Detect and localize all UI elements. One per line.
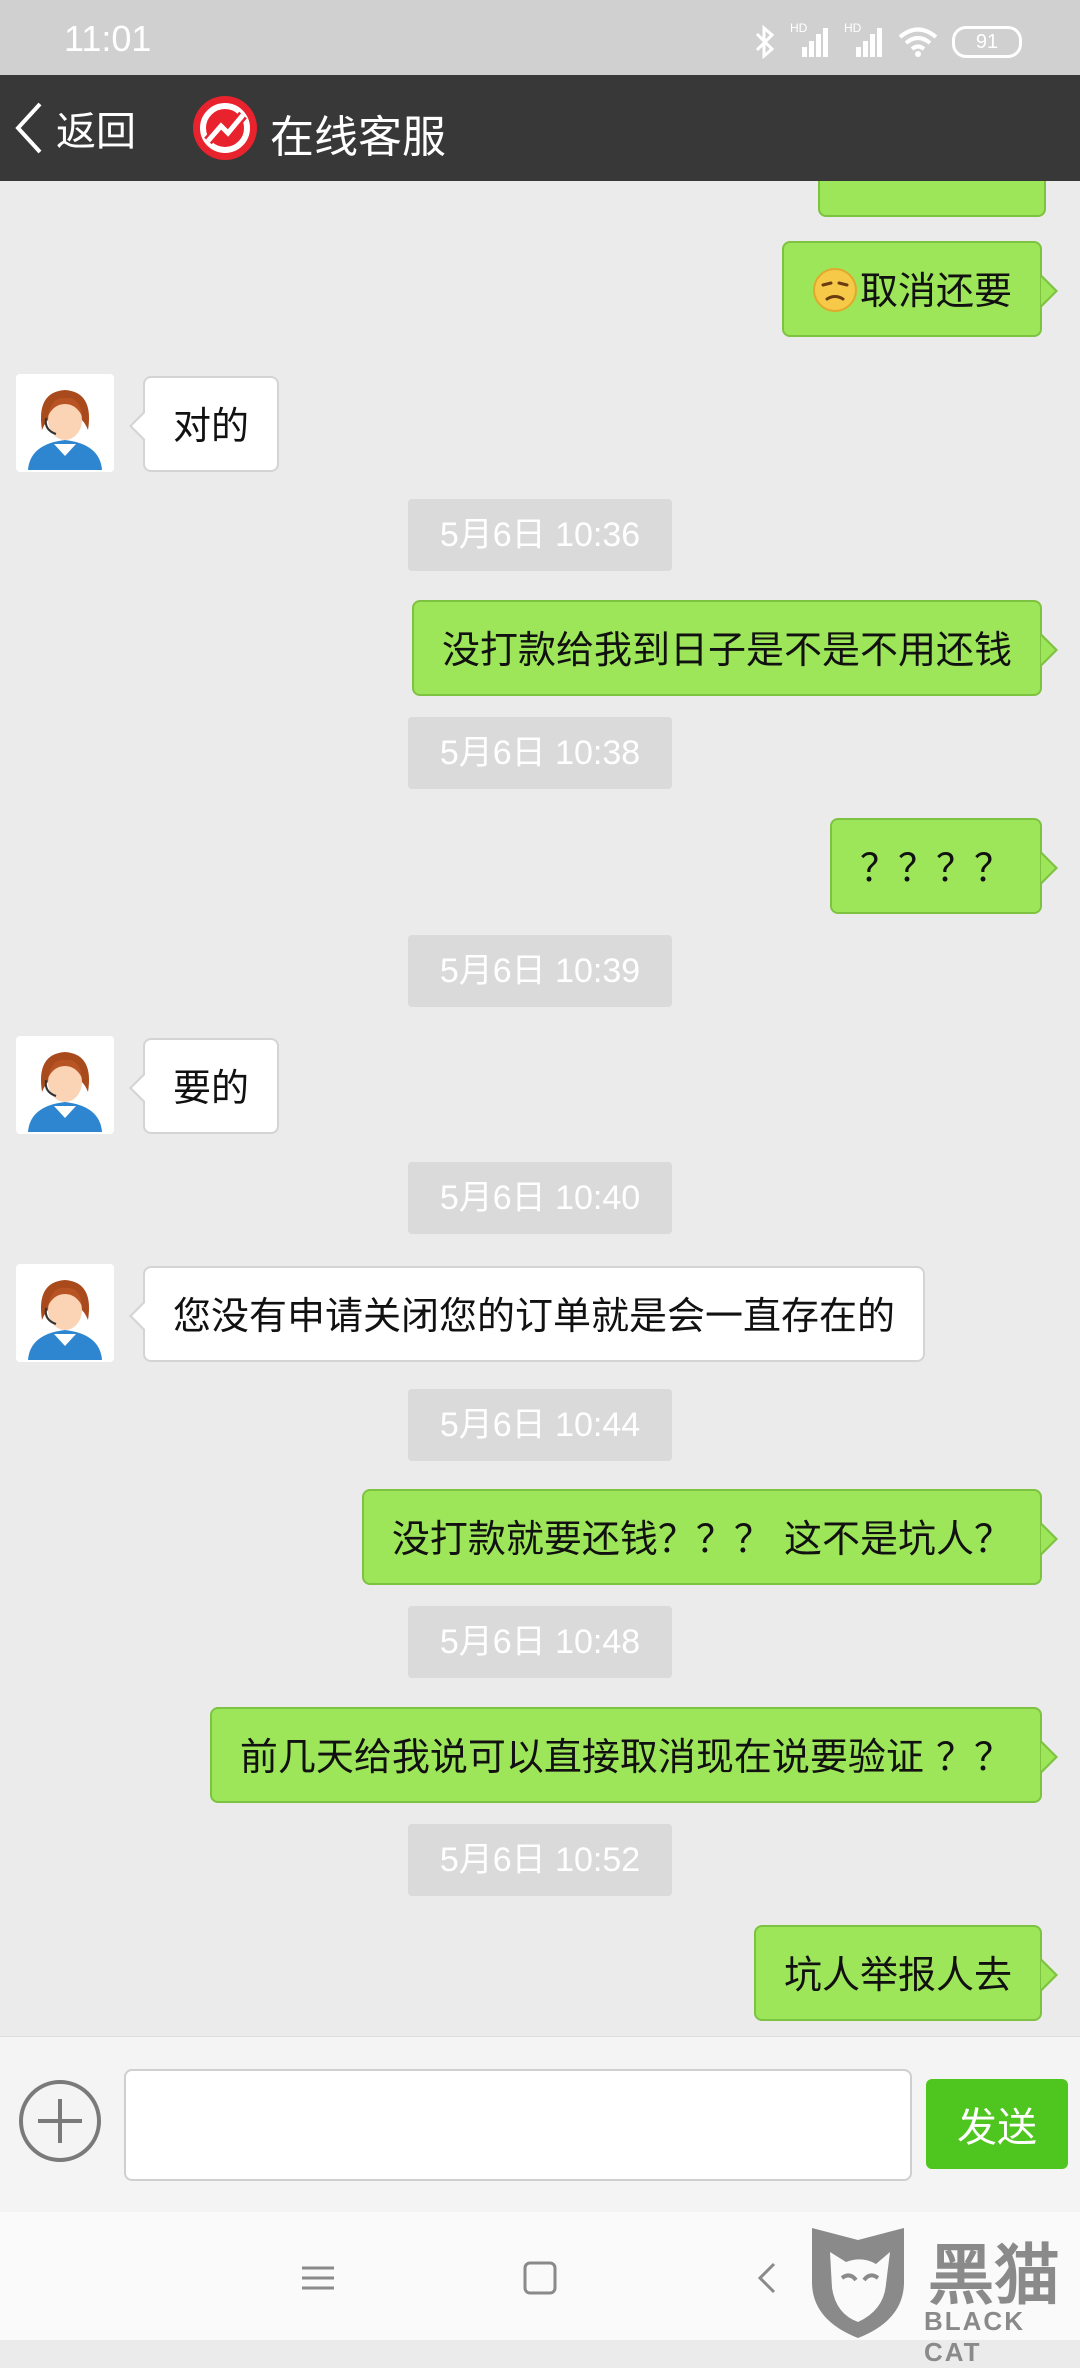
message-bubble-outgoing[interactable]: 没打款就要还钱？？？ 这不是坑人？	[361, 1489, 1059, 1585]
app-header: 返回 在线客服	[0, 75, 1080, 181]
timestamp-label: 5月6日 10:36	[408, 499, 672, 571]
page-title: 在线客服	[270, 112, 446, 163]
status-time: 11:01	[64, 18, 152, 59]
message-input-bar: 发送	[0, 2036, 1080, 2213]
watermark-en: BLACK CAT	[924, 2306, 1025, 2367]
add-attachment-button[interactable]	[18, 2079, 102, 2163]
signal-icon-1: HD	[790, 21, 830, 59]
agent-avatar-icon	[28, 390, 102, 470]
timestamp-label: 5月6日 10:38	[408, 717, 672, 789]
chat-message-list[interactable]: 取消还要 对的 5月6日 10:36 没打款给我到日子是不是不用还钱 5月6日 …	[0, 181, 1080, 2036]
home-square-icon[interactable]	[518, 2256, 562, 2300]
timestamp-label: 5月6日 10:52	[408, 1824, 672, 1896]
menu-icon[interactable]	[296, 2256, 340, 2300]
timestamp-label: 5月6日 10:39	[408, 935, 672, 1007]
message-text: 没打款给我到日子是不是不用还钱	[441, 628, 1012, 672]
message-text: 要的	[173, 1066, 250, 1110]
message-bubble-partial	[818, 181, 1046, 217]
message-text: ？？？？	[859, 846, 1012, 890]
message-text: 坑人举报人去	[783, 1953, 1012, 1997]
agent-avatar-icon	[28, 1280, 102, 1360]
status-bar: 11:01 HD HD 91	[0, 0, 1080, 75]
back-button[interactable]: 返回	[14, 95, 136, 161]
agent-avatar	[16, 374, 114, 472]
message-text: 前几天给我说可以直接取消现在说要验证 ？？	[239, 1735, 1012, 1779]
message-bubble-incoming[interactable]: 对的	[128, 376, 280, 472]
message-bubble-incoming[interactable]: 您没有申请关闭您的订单就是会一直存在的	[128, 1266, 926, 1362]
app-logo	[193, 96, 257, 160]
message-bubble-outgoing[interactable]: 取消还要	[781, 241, 1059, 337]
message-text: 没打款就要还钱？？？ 这不是坑人？	[391, 1517, 1012, 1561]
nav-back-icon[interactable]	[746, 2256, 790, 2300]
agent-avatar	[16, 1264, 114, 1362]
black-cat-shield-icon	[812, 2228, 904, 2338]
agent-avatar-icon	[28, 1052, 102, 1132]
timestamp-label: 5月6日 10:44	[408, 1389, 672, 1461]
watermark: 黑猫 BLACK CAT	[806, 2222, 1080, 2367]
chevron-left-icon	[15, 102, 42, 154]
message-text: 对的	[173, 404, 250, 448]
status-icons: HD HD 91	[754, 21, 1022, 60]
timestamp-label: 5月6日 10:40	[408, 1162, 672, 1234]
back-label: 返回	[56, 109, 136, 155]
message-bubble-outgoing[interactable]: 坑人举报人去	[753, 1925, 1059, 2021]
battery-icon: 91	[952, 26, 1022, 58]
agent-avatar	[16, 1036, 114, 1134]
message-input[interactable]	[124, 2069, 912, 2181]
message-text: 取消还要	[859, 269, 1012, 313]
timestamp-label: 5月6日 10:48	[408, 1606, 672, 1678]
message-bubble-outgoing[interactable]: 没打款给我到日子是不是不用还钱	[411, 600, 1059, 696]
message-bubble-incoming[interactable]: 要的	[128, 1038, 280, 1134]
message-bubble-outgoing[interactable]: 前几天给我说可以直接取消现在说要验证 ？？	[209, 1707, 1059, 1803]
face-unamused-icon	[812, 267, 857, 312]
bluetooth-icon	[755, 25, 775, 59]
message-text: 您没有申请关闭您的订单就是会一直存在的	[173, 1294, 896, 1338]
wifi-icon	[898, 27, 938, 57]
message-bubble-outgoing[interactable]: ？？？？	[829, 818, 1059, 914]
watermark-cn: 黑猫	[928, 2237, 1060, 2314]
signal-icon-2: HD	[844, 21, 884, 59]
send-button[interactable]: 发送	[926, 2079, 1068, 2169]
